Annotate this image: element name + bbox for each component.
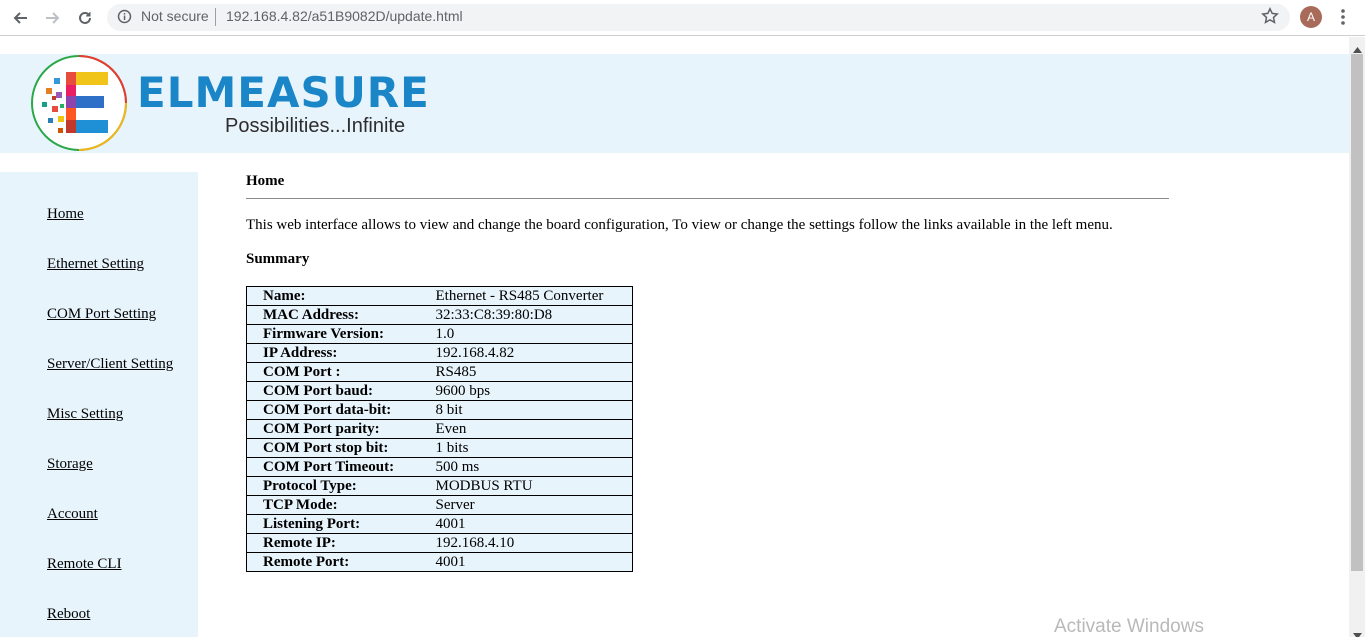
forward-icon[interactable] xyxy=(41,6,65,30)
intro-text: This web interface allows to view and ch… xyxy=(246,217,1113,233)
summary-value: Even xyxy=(419,419,633,439)
browser-toolbar: Not secure 192.168.4.82/a51B9082D/update… xyxy=(0,0,1365,36)
summary-key: COM Port baud: xyxy=(246,381,420,401)
table-row: Listening Port: 4001 xyxy=(246,514,633,534)
brand-tagline: Possibilities...Infinite xyxy=(225,115,406,137)
summary-value: 500 ms xyxy=(419,457,633,477)
summary-value: 4001 xyxy=(419,514,633,534)
summary-heading: Summary xyxy=(246,251,310,267)
summary-value: Server xyxy=(419,495,633,515)
summary-key: Listening Port: xyxy=(246,514,420,534)
scroll-up-arrow-icon[interactable] xyxy=(1353,40,1362,58)
reload-icon[interactable] xyxy=(73,6,97,30)
page-title: Home xyxy=(246,173,285,189)
table-row: COM Port baud: 9600 bps xyxy=(246,381,633,401)
summary-key: Firmware Version: xyxy=(246,324,420,344)
address-separator xyxy=(215,8,216,26)
summary-key: COM Port Timeout: xyxy=(246,457,420,477)
table-row: Firmware Version: 1.0 xyxy=(246,324,633,344)
table-row: TCP Mode: Server xyxy=(246,495,633,515)
summary-key: Remote Port: xyxy=(246,552,420,572)
info-icon[interactable] xyxy=(117,9,132,29)
summary-key: COM Port stop bit: xyxy=(246,438,420,458)
sidebar-item-com-port-setting[interactable]: COM Port Setting xyxy=(47,306,156,323)
table-row: Protocol Type: MODBUS RTU xyxy=(246,476,633,496)
sidebar-item-storage[interactable]: Storage xyxy=(47,456,93,473)
summary-value: RS485 xyxy=(419,362,633,382)
summary-value: 1.0 xyxy=(419,324,633,344)
title-divider xyxy=(246,198,1169,199)
sidebar-menu: Home Ethernet Setting COM Port Setting S… xyxy=(0,172,198,637)
summary-table: Name: Ethernet - RS485 Converter MAC Addr… xyxy=(246,286,633,572)
security-label[interactable]: Not secure xyxy=(141,8,209,24)
table-row: COM Port : RS485 xyxy=(246,362,633,382)
summary-value: 8 bit xyxy=(419,400,633,420)
back-icon[interactable] xyxy=(8,6,32,30)
bookmark-star-icon[interactable] xyxy=(1261,7,1279,30)
summary-value: Ethernet - RS485 Converter xyxy=(419,286,633,306)
summary-key: TCP Mode: xyxy=(246,495,420,515)
summary-value: MODBUS RTU xyxy=(419,476,633,496)
summary-key: Protocol Type: xyxy=(246,476,420,496)
activate-windows-watermark: Activate Windows xyxy=(1054,616,1204,637)
summary-value: 192.168.4.10 xyxy=(419,533,633,553)
brand-name: ELMEASURE xyxy=(137,68,430,117)
table-row: Remote IP: 192.168.4.10 xyxy=(246,533,633,553)
table-row: COM Port parity: Even xyxy=(246,419,633,439)
sidebar-item-misc-setting[interactable]: Misc Setting xyxy=(47,406,123,423)
sidebar-item-remote-cli[interactable]: Remote CLI xyxy=(47,556,122,573)
summary-value: 9600 bps xyxy=(419,381,633,401)
table-row: COM Port data-bit: 8 bit xyxy=(246,400,633,420)
table-row: MAC Address: 32:33:C8:39:80:D8 xyxy=(246,305,633,325)
sidebar-item-server-client-setting[interactable]: Server/Client Setting xyxy=(47,356,173,373)
summary-value: 192.168.4.82 xyxy=(419,343,633,363)
summary-key: Remote IP: xyxy=(246,533,420,553)
sidebar-item-account[interactable]: Account xyxy=(47,506,98,523)
table-row: COM Port stop bit: 1 bits xyxy=(246,438,633,458)
summary-key: COM Port : xyxy=(246,362,420,382)
summary-key: Name: xyxy=(246,286,420,306)
summary-value: 32:33:C8:39:80:D8 xyxy=(419,305,633,325)
url-text[interactable]: 192.168.4.82/a51B9082D/update.html xyxy=(226,8,463,24)
sidebar-item-reboot[interactable]: Reboot xyxy=(47,606,90,623)
scroll-down-arrow-icon[interactable] xyxy=(1353,626,1362,637)
summary-value: 1 bits xyxy=(419,438,633,458)
summary-key: COM Port parity: xyxy=(246,419,420,439)
sidebar-item-ethernet-setting[interactable]: Ethernet Setting xyxy=(47,256,144,273)
summary-key: MAC Address: xyxy=(246,305,420,325)
scrollbar-thumb[interactable] xyxy=(1351,54,1363,571)
summary-key: IP Address: xyxy=(246,343,420,363)
summary-key: COM Port data-bit: xyxy=(246,400,420,420)
sidebar-item-home[interactable]: Home xyxy=(47,206,84,223)
profile-avatar[interactable]: A xyxy=(1300,6,1322,28)
table-row: Name: Ethernet - RS485 Converter xyxy=(246,286,633,306)
table-row: IP Address: 192.168.4.82 xyxy=(246,343,633,363)
summary-value: 4001 xyxy=(419,552,633,572)
menu-kebab-icon[interactable] xyxy=(1335,7,1351,32)
elmeasure-logo-icon xyxy=(28,52,132,159)
table-row: COM Port Timeout: 500 ms xyxy=(246,457,633,477)
table-row: Remote Port: 4001 xyxy=(246,552,633,572)
